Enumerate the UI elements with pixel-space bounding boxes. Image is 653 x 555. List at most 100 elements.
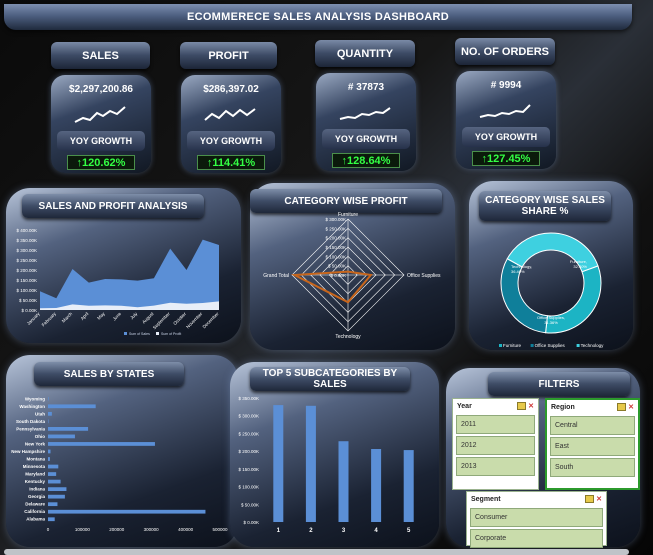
state-label: Minnesota: [23, 464, 46, 469]
subcategory-bar: [338, 441, 349, 522]
sub-y-tick: $ 250.00K: [238, 431, 259, 436]
state-bar: [48, 479, 61, 484]
state-bar: [48, 517, 55, 522]
state-label: New Hampshire: [11, 449, 45, 454]
clear-filter-icon[interactable]: ✕: [628, 403, 634, 411]
legend-label: Office Supplies: [535, 343, 566, 348]
quantity-kpi-value: # 37873: [347, 82, 385, 93]
profit-sparkline: [204, 108, 256, 121]
sub-x-tick: 4: [374, 528, 378, 534]
state-label: Washington: [19, 404, 45, 409]
radar-axis-label: Grand Total: [263, 273, 289, 279]
quantity-kpi-card: # 37873 YOY GROWTH ↑128.64%: [316, 73, 416, 171]
state-bar: [48, 502, 58, 507]
area-y-tick: $ 150.00K: [16, 278, 37, 283]
state-bar: [48, 434, 75, 439]
horizontal-scrollbar[interactable]: [4, 549, 629, 555]
state-label: Georgia: [28, 494, 46, 499]
state-bar: [48, 442, 155, 446]
orders-kpi-label: NO. OF ORDERS: [455, 38, 555, 65]
subcategory-bar: [403, 450, 414, 522]
sub-y-tick: $ 150.00K: [238, 467, 259, 472]
sub-y-tick: $ 0.00K: [243, 520, 259, 525]
region-item-south[interactable]: South: [550, 458, 635, 477]
area-y-tick: $ 200.00K: [16, 268, 37, 273]
legend-label: Technology: [581, 343, 605, 348]
state-label: South Dakota: [16, 419, 45, 424]
state-label: Montana: [27, 457, 46, 462]
legend-label: Furniture: [503, 343, 522, 348]
sales-kpi-value: $2,297,200.86: [69, 84, 133, 95]
sub-y-tick: $ 350.00K: [238, 396, 259, 401]
state-bar: [48, 509, 206, 514]
year-item-2011[interactable]: 2011: [456, 415, 535, 434]
year-item-2013[interactable]: 2013: [456, 457, 535, 476]
state-bar: [48, 396, 49, 401]
profit-yoy-percent: ↑114.41%: [197, 155, 265, 170]
sub-x-tick: 2: [309, 528, 313, 534]
radar-axis-label: Furniture: [338, 212, 358, 218]
segment-slicer-label: Segment: [471, 495, 501, 503]
subcategory-bar: [305, 405, 316, 522]
area-x-tick: April: [80, 311, 90, 321]
sub-y-tick: $ 200.00K: [238, 449, 259, 454]
area-x-tick: October: [172, 311, 187, 326]
area-y-tick: $ 350.00K: [16, 238, 37, 243]
multi-select-icon[interactable]: [617, 403, 627, 411]
year-item-2012[interactable]: 2012: [456, 436, 535, 455]
sub-y-tick: $ 300.00K: [238, 414, 259, 419]
state-bar: [48, 411, 52, 416]
state-label: Utah: [35, 411, 45, 416]
clear-filter-icon[interactable]: ✕: [596, 495, 602, 503]
state-x-tick: 100000: [75, 527, 91, 532]
quantity-sparkline: [339, 107, 391, 120]
profit-yoy-label: YOY GROWTH: [187, 131, 275, 151]
segment-item-corporate[interactable]: Corporate: [470, 529, 603, 548]
area-x-tick: February: [41, 311, 58, 328]
sales-profit-chart: $ 0.00K $ 50.00K $ 100.00K $ 150.00K $ 200.0…: [16, 228, 220, 336]
state-bar: [48, 427, 89, 431]
state-bar: [48, 464, 59, 469]
legend-swatch: [156, 332, 159, 335]
radar-ring-label: $ 100.00K: [325, 254, 346, 259]
state-x-tick: 200000: [109, 527, 125, 532]
region-item-central[interactable]: Central: [550, 416, 635, 435]
year-slicer[interactable]: Year ✕ 2011 2012 2013: [452, 398, 539, 490]
state-label: Alabama: [26, 517, 45, 522]
orders-kpi-value: # 9994: [490, 80, 522, 91]
state-x-tick: 400000: [178, 527, 194, 532]
subcategory-bar: [371, 449, 382, 522]
radar-ring-label: $ 50.00K: [328, 264, 346, 269]
radar-ring-label: $ 0.00K: [330, 273, 346, 278]
region-slicer[interactable]: Region ✕ Central East South: [545, 398, 640, 490]
radar-axis-label: Office Supplies: [407, 273, 441, 279]
subcategories-bar-chart: $ 0.00K $ 50.00K $ 100.00K $ 150.00K $ 200.0…: [238, 396, 414, 534]
state-x-tick: 500000: [212, 527, 228, 532]
region-slicer-label: Region: [551, 403, 575, 411]
multi-select-icon[interactable]: [517, 402, 527, 410]
quantity-kpi-label: QUANTITY: [315, 40, 415, 67]
state-label: California: [24, 509, 45, 514]
legend-swatch: [530, 344, 534, 347]
state-bar: [48, 457, 50, 461]
sales-yoy-percent: ↑120.62%: [67, 155, 135, 170]
multi-select-icon[interactable]: [585, 495, 595, 503]
sub-x-tick: 3: [342, 528, 346, 534]
donut-slice-label: 32.30%: [573, 264, 587, 269]
area-x-tick: September: [152, 311, 171, 330]
radar-ring-label: $ 150.00K: [325, 245, 346, 250]
filters-title: FILTERS: [488, 372, 630, 396]
region-item-east[interactable]: East: [550, 437, 635, 456]
segment-item-consumer[interactable]: Consumer: [470, 508, 603, 527]
sales-sparkline: [74, 106, 126, 123]
segment-slicer[interactable]: Segment ✕ Consumer Corporate: [466, 491, 607, 548]
sub-y-tick: $ 50.00K: [241, 502, 259, 507]
clear-filter-icon[interactable]: ✕: [528, 402, 534, 410]
legend-label: Sum of Profit: [161, 332, 181, 336]
area-x-tick: August: [141, 311, 155, 325]
state-label: Pennsylvania: [16, 426, 45, 431]
state-x-tick: 0: [47, 527, 50, 532]
subcategory-bar: [273, 405, 284, 522]
state-x-tick: 300000: [144, 527, 160, 532]
sales-profit-panel: SALES AND PROFIT ANALYSIS $ 0.00K $ 50.00…: [6, 188, 241, 343]
